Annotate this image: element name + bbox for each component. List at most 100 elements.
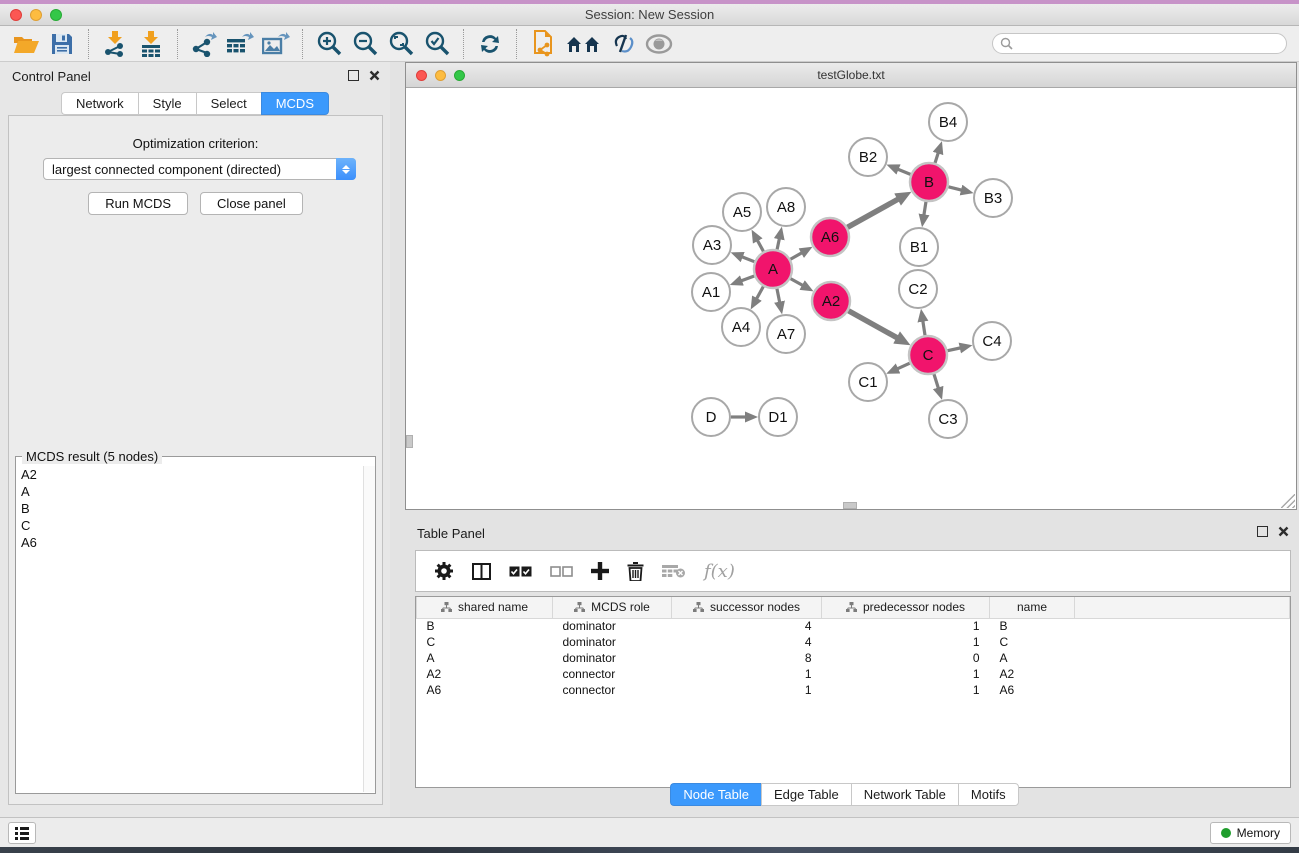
graph-node-A[interactable]: A <box>754 250 792 288</box>
task-history-button[interactable] <box>8 822 36 844</box>
open-file-icon[interactable] <box>10 29 42 59</box>
graph-edge-B-B3[interactable] <box>948 187 963 191</box>
graph-edge-A2-C[interactable] <box>848 311 899 339</box>
mcds-result-item[interactable]: A2 <box>17 466 363 483</box>
graph-node-B2[interactable]: B2 <box>849 138 887 176</box>
node-table[interactable]: shared nameMCDS rolesuccessor nodesprede… <box>415 596 1291 788</box>
graph-node-A4[interactable]: A4 <box>722 308 760 346</box>
mcds-result-item[interactable]: A <box>17 483 363 500</box>
graph-edge-A-A5[interactable] <box>757 239 764 251</box>
graph-edge-A-A2[interactable] <box>791 279 804 286</box>
mcds-result-list[interactable]: A2ABCA6 <box>17 466 363 792</box>
search-input[interactable] <box>1017 37 1286 51</box>
tab-style[interactable]: Style <box>138 92 196 115</box>
table-cell[interactable]: 1 <box>822 618 990 634</box>
table-cell[interactable]: dominator <box>553 618 672 634</box>
graph-node-C1[interactable]: C1 <box>849 363 887 401</box>
table-settings-gear-icon[interactable] <box>434 561 454 581</box>
zoom-in-icon[interactable] <box>313 29 345 59</box>
float-panel-icon[interactable] <box>348 70 359 81</box>
column-header-MCDS-role[interactable]: MCDS role <box>553 597 672 618</box>
graph-edge-A-A8[interactable] <box>777 237 780 249</box>
tab-node-table[interactable]: Node Table <box>670 783 761 806</box>
resize-grip-icon[interactable] <box>1281 494 1295 508</box>
graph-node-A3[interactable]: A3 <box>693 226 731 264</box>
graph-node-D1[interactable]: D1 <box>759 398 797 436</box>
table-cell[interactable]: 0 <box>822 650 990 666</box>
refresh-icon[interactable] <box>474 29 506 59</box>
table-cell[interactable]: A <box>417 650 553 666</box>
show-graphics-details-icon[interactable] <box>643 29 675 59</box>
zoom-out-icon[interactable] <box>349 29 381 59</box>
graph-node-C[interactable]: C <box>909 336 947 374</box>
tab-network[interactable]: Network <box>61 92 138 115</box>
table-cell[interactable]: dominator <box>553 634 672 650</box>
tab-select[interactable]: Select <box>196 92 261 115</box>
table-row[interactable]: Adominator80A <box>417 650 1290 666</box>
table-cell[interactable]: dominator <box>553 650 672 666</box>
graph-edge-C-C4[interactable] <box>948 348 962 351</box>
graph-node-B3[interactable]: B3 <box>974 179 1012 217</box>
tab-motifs[interactable]: Motifs <box>958 783 1019 806</box>
table-cell[interactable]: A2 <box>990 666 1075 682</box>
close-table-panel-icon[interactable] <box>1278 526 1289 537</box>
graph-node-A7[interactable]: A7 <box>767 315 805 353</box>
network-view-window[interactable]: testGlobe.txt B4B2BB3A5A8A6A3B1AA1C2A2A4… <box>405 62 1297 510</box>
graph-node-A1[interactable]: A1 <box>692 273 730 311</box>
graph-node-A6[interactable]: A6 <box>811 218 849 256</box>
table-row[interactable]: Bdominator41B <box>417 618 1290 634</box>
save-session-icon[interactable] <box>46 29 78 59</box>
new-network-from-selection-icon[interactable] <box>527 29 559 59</box>
graph-node-C3[interactable]: C3 <box>929 400 967 438</box>
network-canvas[interactable]: B4B2BB3A5A8A6A3B1AA1C2A2A4A7C4CC1C3DD1 <box>406 88 1296 509</box>
graph-node-D[interactable]: D <box>692 398 730 436</box>
graph-edge-A-A7[interactable] <box>777 289 780 304</box>
column-header-shared-name[interactable]: shared name <box>417 597 553 618</box>
create-column-plus-icon[interactable] <box>591 562 609 580</box>
mcds-result-item[interactable]: B <box>17 500 363 517</box>
table-cell[interactable]: 1 <box>672 666 822 682</box>
graph-edge-C-C2[interactable] <box>923 320 925 336</box>
deselect-all-columns-icon[interactable] <box>550 566 573 577</box>
graph-edge-A-A4[interactable] <box>756 287 763 300</box>
export-network-icon[interactable] <box>188 29 220 59</box>
memory-button[interactable]: Memory <box>1210 822 1291 844</box>
table-cell[interactable] <box>1075 682 1290 698</box>
column-header-name[interactable]: name <box>990 597 1075 618</box>
run-mcds-button[interactable]: Run MCDS <box>88 192 188 215</box>
table-cell[interactable]: 1 <box>822 682 990 698</box>
table-cell[interactable]: B <box>417 618 553 634</box>
horizontal-scroll-thumb[interactable] <box>843 502 857 509</box>
criterion-dropdown[interactable]: largest connected component (directed) <box>43 158 356 180</box>
close-panel-button[interactable]: Close panel <box>200 192 303 215</box>
graph-node-A5[interactable]: A5 <box>723 193 761 231</box>
table-cell[interactable]: 1 <box>822 634 990 650</box>
delete-column-trash-icon[interactable] <box>627 562 644 581</box>
network-window-titlebar[interactable]: testGlobe.txt <box>406 63 1296 88</box>
table-row[interactable]: A6connector11A6 <box>417 682 1290 698</box>
table-cell[interactable]: A2 <box>417 666 553 682</box>
export-image-icon[interactable] <box>260 29 292 59</box>
graph-edge-A-A1[interactable] <box>740 276 754 281</box>
graph-edge-A-A6[interactable] <box>790 252 803 259</box>
tab-network-table[interactable]: Network Table <box>851 783 958 806</box>
import-table-icon[interactable] <box>135 29 167 59</box>
column-header-predecessor-nodes[interactable]: predecessor nodes <box>822 597 990 618</box>
tab-edge-table[interactable]: Edge Table <box>761 783 851 806</box>
table-cell[interactable]: 4 <box>672 634 822 650</box>
network-graph[interactable]: B4B2BB3A5A8A6A3B1AA1C2A2A4A7C4CC1C3DD1 <box>406 88 1296 509</box>
mcds-list-scrollbar[interactable] <box>363 466 375 792</box>
table-cell[interactable]: connector <box>553 666 672 682</box>
graph-edge-B-B4[interactable] <box>935 152 939 163</box>
tab-mcds[interactable]: MCDS <box>261 92 329 115</box>
table-cell[interactable] <box>1075 618 1290 634</box>
table-cell[interactable]: C <box>990 634 1075 650</box>
graph-edge-C-C3[interactable] <box>934 374 939 389</box>
zoom-selected-icon[interactable] <box>421 29 453 59</box>
table-cell[interactable]: A6 <box>990 682 1075 698</box>
export-table-icon[interactable] <box>224 29 256 59</box>
graph-edge-C-C1[interactable] <box>896 363 909 369</box>
table-cell[interactable] <box>1075 666 1290 682</box>
table-cell[interactable] <box>1075 634 1290 650</box>
first-neighbors-icon[interactable] <box>563 29 603 59</box>
